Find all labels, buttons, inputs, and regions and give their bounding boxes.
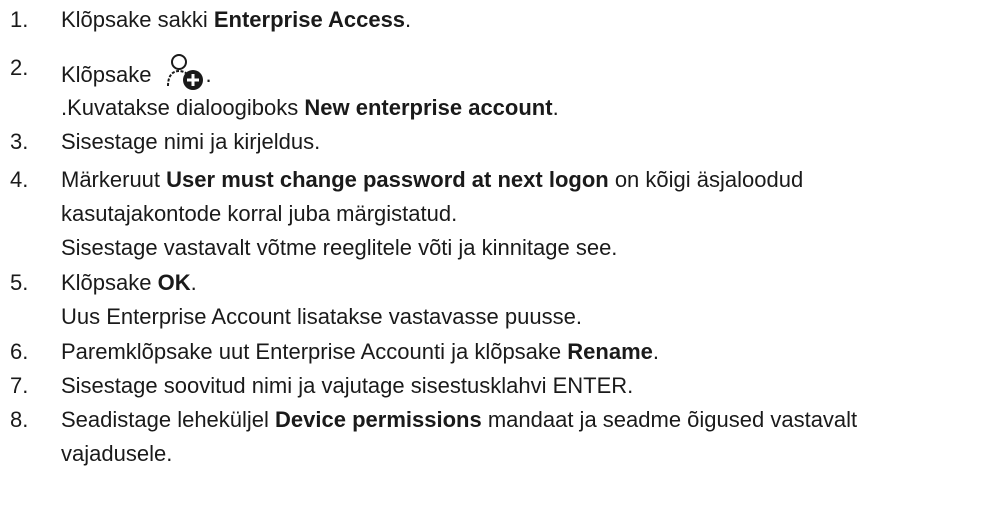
text-segment: Klõpsake sakki: [61, 7, 214, 32]
step-number: 5.: [10, 270, 29, 295]
step-text-line: .Kuvatakse dialoogiboks New enterprise a…: [61, 92, 559, 124]
ui-term: OK: [157, 270, 191, 295]
step-number: 8.: [10, 407, 29, 432]
step-number: 3.: [10, 129, 29, 154]
text-segment: vajadusele.: [61, 441, 173, 466]
text-segment: on kõigi äsjaloodud: [608, 167, 804, 192]
step-text-line: Märkeruut User must change password at n…: [61, 164, 803, 196]
text-segment: Paremklõpsake uut Enterprise Accounti ja…: [61, 339, 568, 364]
text-segment: .Kuvatakse dialoogiboks: [61, 95, 305, 120]
ui-term: Device permissions: [275, 407, 482, 432]
ui-term: New enterprise account: [304, 95, 553, 120]
text-segment: Uus Enterprise Account lisatakse vastava…: [61, 304, 582, 329]
step-number: 4.: [10, 167, 29, 192]
step-number: 7.: [10, 373, 29, 398]
instruction-page: 1. Klõpsake sakki Enterprise Access. 2. Klõ…: [0, 0, 988, 505]
text-segment: Klõpsake: [61, 270, 158, 295]
text-segment: Sisestage vastavalt võtme reeglitele võt…: [61, 235, 618, 260]
text-segment: mandaat ja seadme õigused vastavalt: [481, 407, 858, 432]
add-user-icon: [166, 52, 206, 92]
step-text-line: Sisestage nimi ja kirjeldus.: [61, 126, 320, 158]
ui-term: User must change password at next logon: [166, 167, 609, 192]
step-text-line: Klõpsake.: [61, 52, 212, 90]
step-number: 6.: [10, 339, 29, 364]
step-text-line: kasutajakontode korral juba märgistatud.: [61, 198, 457, 230]
text-segment: Klõpsake: [61, 62, 152, 87]
text-segment: Sisestage soovitud nimi ja vajutage sise…: [61, 373, 634, 398]
text-segment: .: [552, 95, 559, 120]
text-segment: .: [405, 7, 412, 32]
step-text-line: Klõpsake sakki Enterprise Access.: [61, 4, 411, 36]
step-text-line: Uus Enterprise Account lisatakse vastava…: [61, 301, 582, 333]
step-text-line: Seadistage leheküljel Device permissions…: [61, 404, 857, 436]
text-segment: Seadistage leheküljel: [61, 407, 276, 432]
text-segment: .: [190, 270, 197, 295]
step-number: 1.: [10, 7, 29, 32]
text-segment: kasutajakontode korral juba märgistatud.: [61, 201, 458, 226]
step-text-line: Sisestage soovitud nimi ja vajutage sise…: [61, 370, 633, 402]
step-text-line: Paremklõpsake uut Enterprise Accounti ja…: [61, 336, 659, 368]
text-segment: Sisestage nimi ja kirjeldus.: [61, 129, 321, 154]
text-segment: .: [652, 339, 659, 364]
ui-term: Rename: [567, 339, 653, 364]
text-segment: Märkeruut: [61, 167, 167, 192]
ui-term: Enterprise Access: [213, 7, 406, 32]
step-text-line: vajadusele.: [61, 438, 172, 470]
text-segment: .: [205, 62, 212, 87]
step-number: 2.: [10, 55, 29, 80]
step-text-line: Sisestage vastavalt võtme reeglitele võt…: [61, 232, 617, 264]
step-text-line: Klõpsake OK.: [61, 267, 197, 299]
